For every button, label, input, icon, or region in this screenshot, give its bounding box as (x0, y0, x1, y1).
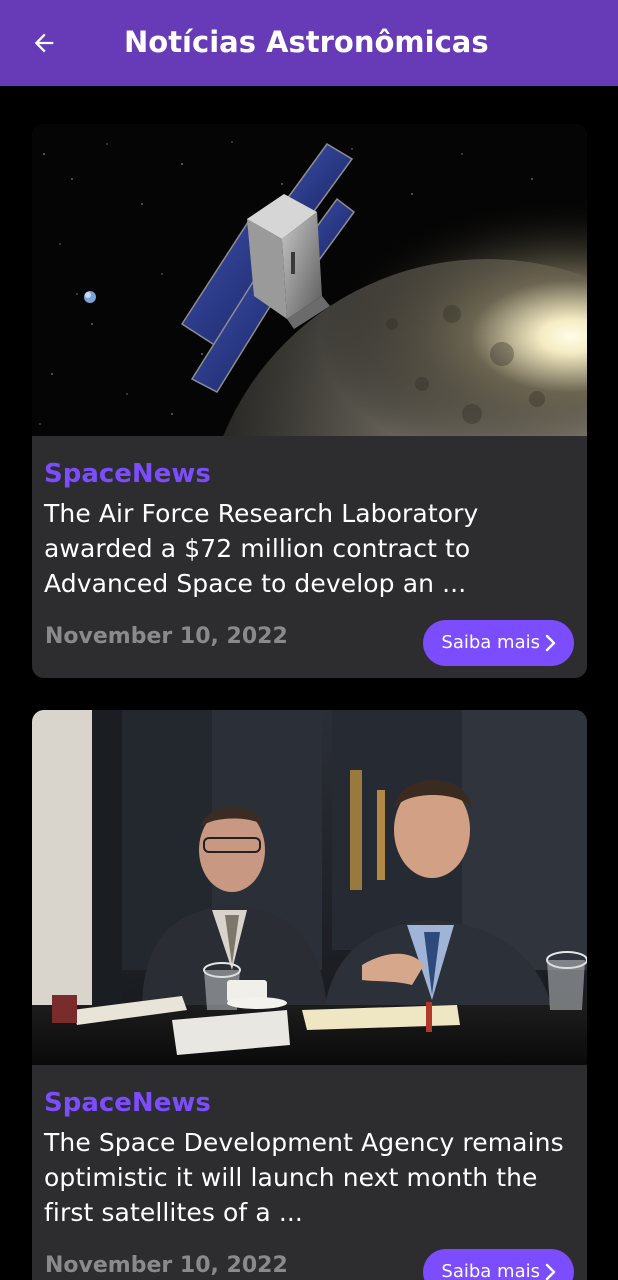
arrow-left-icon (34, 33, 54, 53)
card-body: SpaceNews The Space Development Agency r… (32, 1065, 587, 1280)
app-screen: Notícias Astronômicas SpaceNews The Air … (0, 0, 618, 1280)
read-more-button[interactable]: Saiba mais (423, 620, 574, 666)
article-date: November 10, 2022 (45, 1253, 288, 1278)
press-conference-photo (32, 710, 587, 1065)
card-body: SpaceNews The Air Force Research Laborat… (32, 436, 587, 678)
chevron-right-icon (545, 1263, 556, 1280)
read-more-button[interactable]: Saiba mais (423, 1249, 574, 1280)
article-summary: The Space Development Agency remains opt… (44, 1128, 564, 1227)
news-feed[interactable]: SpaceNews The Air Force Research Laborat… (32, 124, 587, 1280)
page-title: Notícias Astronômicas (124, 25, 489, 59)
article-source: SpaceNews (44, 459, 211, 489)
back-button[interactable] (20, 20, 68, 66)
satellite-over-moon-image (32, 124, 587, 436)
app-bar: Notícias Astronômicas (0, 0, 618, 86)
news-card[interactable]: SpaceNews The Space Development Agency r… (32, 710, 587, 1280)
read-more-label: Saiba mais (441, 1261, 540, 1280)
read-more-label: Saiba mais (441, 632, 540, 653)
article-date: November 10, 2022 (45, 624, 288, 649)
chevron-right-icon (545, 634, 556, 652)
news-card[interactable]: SpaceNews The Air Force Research Laborat… (32, 124, 587, 678)
article-source: SpaceNews (44, 1088, 211, 1118)
article-summary: The Air Force Research Laboratory awarde… (44, 499, 479, 598)
